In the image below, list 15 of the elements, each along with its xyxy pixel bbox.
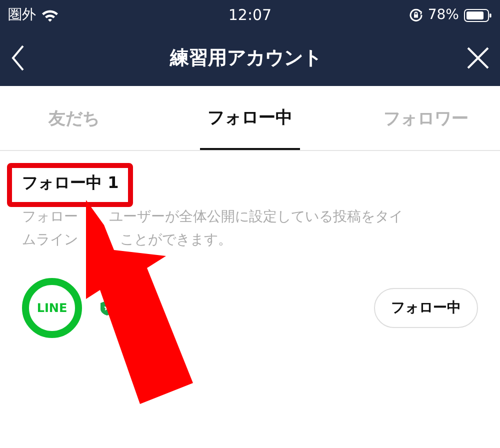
battery-icon	[464, 8, 492, 22]
following-button[interactable]: フォロー中	[374, 288, 478, 328]
account-logo: LINE	[22, 278, 82, 338]
battery-percent: 78%	[428, 7, 459, 23]
description-text: ことができます。	[120, 231, 232, 250]
description-text: フォロー	[22, 208, 78, 227]
clock-time: 12:07	[228, 6, 272, 24]
section-heading: フォロー中 1	[22, 173, 120, 194]
tab[interactable]: フォロー中	[200, 86, 300, 150]
wifi-icon	[41, 8, 59, 22]
description-text: ムライン	[22, 231, 78, 250]
description-text: ユーザーが全体公開に設定している投稿をタイ	[109, 208, 403, 227]
header-title: 練習用アカウント	[170, 46, 322, 71]
rotation-lock-icon	[408, 8, 423, 22]
carrier-label: 圏外	[8, 6, 36, 24]
